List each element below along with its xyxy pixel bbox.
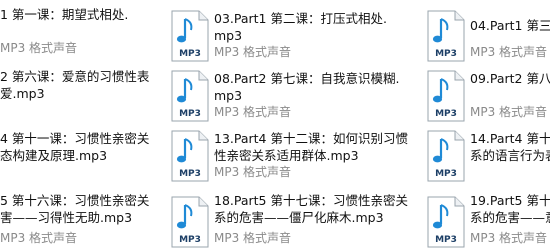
file-name: 08.Part2 第七课：自我意识模糊. mp3 — [214, 71, 400, 103]
file-name: 14.Part4 第十三系的语言行为表 — [470, 131, 550, 163]
svg-text:MP3: MP3 — [435, 169, 457, 179]
file-name: 5 第十六课：习惯性亲密关 害——习得性无助.mp3 — [0, 193, 150, 225]
file-name: 03.Part1 第二课：打压式相处. mp3 — [214, 11, 387, 43]
file-type: MP3 格式声音 — [214, 165, 292, 179]
svg-text:MP3: MP3 — [435, 109, 457, 119]
file-name: 18.Part5 第十七课：习惯性亲密关 系的危害——僵尸化麻木.mp3 — [214, 193, 408, 225]
file-type: MP3 格式声音 — [0, 231, 78, 245]
mp3-file-icon: MP3 — [427, 196, 465, 248]
svg-text:MP3: MP3 — [179, 49, 201, 59]
svg-text:MP3: MP3 — [435, 235, 457, 245]
mp3-file-icon: MP3 — [427, 70, 465, 122]
file-type: MP3 格式声音 — [214, 45, 292, 59]
file-name: 04.Part1 第三课 — [470, 18, 550, 33]
mp3-file-icon: MP3 — [171, 196, 209, 248]
mp3-file-icon: MP3 — [427, 10, 465, 62]
file-name: 1 第一课：期望式相处. — [0, 7, 129, 22]
file-type: MP3 格式声音 — [470, 105, 548, 119]
file-name: 09.Part2 第八课 — [470, 71, 550, 86]
svg-text:MP3: MP3 — [435, 49, 457, 59]
file-name: 13.Part4 第十二课：如何识别习惯 性亲密关系适用群体.mp3 — [214, 131, 408, 163]
svg-text:MP3: MP3 — [179, 169, 201, 179]
file-type: MP3 格式声音 — [0, 41, 78, 55]
file-name: 19.Part5 第十八系的危害——意 — [470, 193, 550, 225]
file-name: 4 第十一课：习惯性亲密关 态构建及原理.mp3 — [0, 131, 150, 163]
mp3-file-icon: MP3 — [171, 70, 209, 122]
file-type: MP3 格式声音 — [214, 105, 292, 119]
file-type: MP3 格式声音 — [470, 45, 548, 59]
mp3-file-icon: MP3 — [427, 130, 465, 182]
file-type: MP3 格式声音 — [470, 231, 548, 245]
mp3-file-icon: MP3 — [171, 10, 209, 62]
file-type: MP3 格式声音 — [214, 231, 292, 245]
svg-text:MP3: MP3 — [179, 235, 201, 245]
mp3-file-icon: MP3 — [171, 130, 209, 182]
svg-text:MP3: MP3 — [179, 109, 201, 119]
file-name: 2 第六课：爱意的习惯性表 爱.mp3 — [0, 69, 150, 101]
